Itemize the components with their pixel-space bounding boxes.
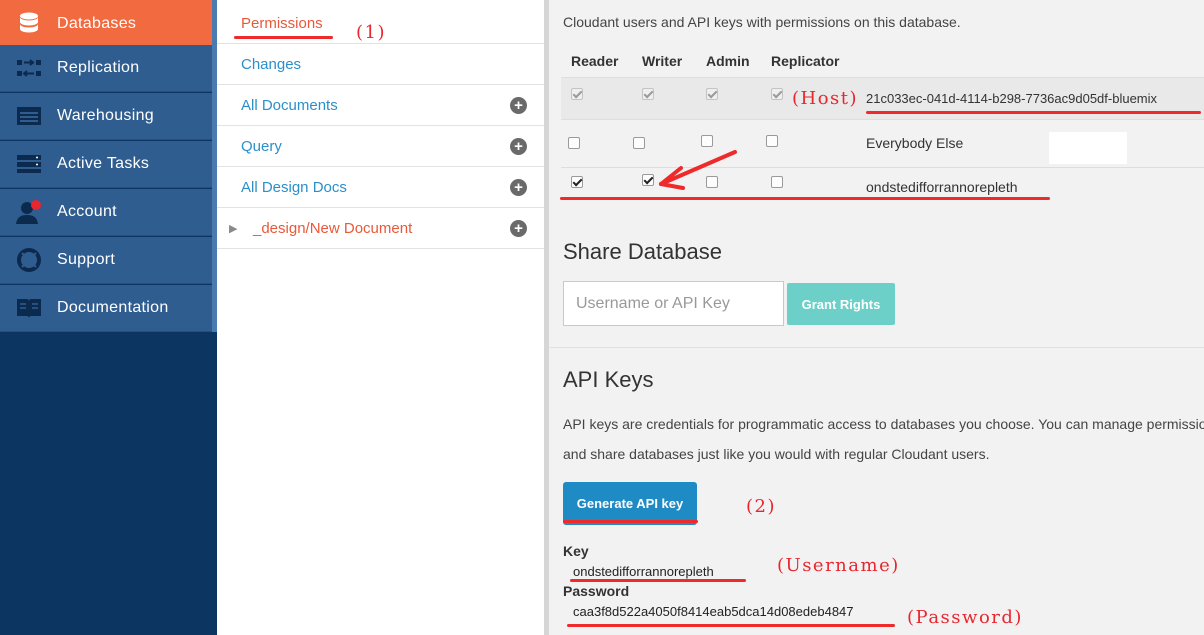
nav-item-label: Query bbox=[241, 138, 282, 155]
nav-item-label: _design/New Document bbox=[253, 220, 413, 237]
reader-checkbox[interactable] bbox=[568, 137, 580, 149]
replication-icon bbox=[0, 57, 57, 79]
api-keys-description-line-2: and share databases just like you would … bbox=[563, 446, 990, 462]
writer-checkbox[interactable] bbox=[642, 88, 654, 100]
sidebar-item-label: Documentation bbox=[57, 299, 169, 316]
nav-item-label: All Documents bbox=[241, 97, 338, 114]
api-keys-title: API Keys bbox=[563, 367, 654, 392]
key-value: ondstedifforrannorepleth bbox=[573, 564, 714, 579]
replicator-checkbox[interactable] bbox=[766, 135, 778, 147]
expand-triangle-icon[interactable]: ▶ bbox=[229, 222, 237, 235]
generate-api-key-button[interactable]: Generate API key bbox=[563, 482, 697, 525]
sidebar-item-support[interactable]: Support bbox=[0, 237, 212, 284]
api-keys-description-line-1: API keys are credentials for programmati… bbox=[563, 416, 1204, 432]
tasks-icon bbox=[0, 154, 57, 174]
database-icon bbox=[0, 11, 57, 37]
column-header-reader: Reader bbox=[571, 53, 619, 69]
annotation-password: (Password) bbox=[907, 607, 1023, 628]
nav-item-all-design-docs[interactable]: All Design Docs + bbox=[217, 167, 544, 208]
writer-checkbox[interactable] bbox=[642, 174, 654, 186]
sidebar-item-label: Support bbox=[57, 251, 116, 268]
nav-item-label: All Design Docs bbox=[241, 179, 347, 196]
annotation-underline bbox=[560, 197, 1050, 200]
annotation-underline bbox=[866, 111, 1201, 114]
annotation-step-1: (1) bbox=[356, 22, 386, 43]
sidebar-item-active-tasks[interactable]: Active Tasks bbox=[0, 141, 212, 188]
sidebar-item-label: Replication bbox=[57, 59, 140, 76]
add-icon[interactable]: + bbox=[510, 179, 527, 196]
admin-checkbox[interactable] bbox=[706, 88, 718, 100]
permission-row-name: 21c033ec-041d-4114-b298-7736ac9d05df-blu… bbox=[866, 91, 1158, 106]
replicator-checkbox[interactable] bbox=[771, 88, 783, 100]
sidebar-item-account[interactable]: Account bbox=[0, 189, 212, 236]
permission-row-name: Everybody Else bbox=[866, 135, 964, 151]
row-divider bbox=[561, 119, 1204, 120]
annotation-underline bbox=[567, 624, 895, 627]
database-nav: Permissions Changes All Documents + Quer… bbox=[217, 0, 544, 635]
annotation-underline bbox=[234, 36, 333, 39]
permission-row-name: ondstedifforrannorepleth bbox=[866, 179, 1018, 195]
password-value: caa3f8d522a4050f8414eab5dca14d08edeb4847 bbox=[573, 604, 854, 619]
add-icon[interactable]: + bbox=[510, 97, 527, 114]
annotation-host: (Host) bbox=[792, 88, 859, 109]
annotation-username: (Username) bbox=[777, 555, 900, 576]
sidebar-item-databases[interactable]: Databases bbox=[0, 0, 212, 47]
annotation-arrow-icon bbox=[659, 150, 737, 190]
sidebar-item-label: Account bbox=[57, 203, 117, 220]
book-icon bbox=[0, 297, 57, 319]
sidebar-item-label: Warehousing bbox=[57, 107, 154, 124]
nav-item-label: Permissions bbox=[241, 15, 323, 32]
sidebar-item-label: Active Tasks bbox=[57, 155, 150, 172]
column-header-writer: Writer bbox=[642, 53, 683, 69]
replicator-checkbox[interactable] bbox=[771, 176, 783, 188]
reader-checkbox[interactable] bbox=[571, 176, 583, 188]
add-icon[interactable]: + bbox=[510, 138, 527, 155]
share-username-input[interactable] bbox=[563, 281, 784, 326]
sidebar-item-label: Databases bbox=[57, 14, 137, 32]
account-icon bbox=[0, 199, 57, 225]
permissions-intro: Cloudant users and API keys with permiss… bbox=[563, 14, 961, 30]
row-divider bbox=[561, 77, 1204, 78]
section-divider bbox=[549, 347, 1204, 348]
sidebar-item-warehousing[interactable]: Warehousing bbox=[0, 93, 212, 140]
reader-checkbox[interactable] bbox=[571, 88, 583, 100]
nav-item-changes[interactable]: Changes bbox=[217, 44, 544, 85]
warehouse-icon bbox=[0, 106, 57, 126]
nav-item-all-documents[interactable]: All Documents + bbox=[217, 85, 544, 126]
nav-item-design-doc[interactable]: ▶ _design/New Document + bbox=[217, 208, 544, 249]
grant-rights-button[interactable]: Grant Rights bbox=[787, 283, 895, 325]
key-label: Key bbox=[563, 543, 589, 559]
column-header-replicator: Replicator bbox=[771, 53, 840, 69]
writer-checkbox[interactable] bbox=[633, 137, 645, 149]
sidebar-item-replication[interactable]: Replication bbox=[0, 45, 212, 92]
permissions-panel: Cloudant users and API keys with permiss… bbox=[549, 0, 1204, 635]
share-database-title: Share Database bbox=[563, 239, 722, 264]
annotation-step-2: (2) bbox=[746, 496, 776, 517]
annotation-underline bbox=[570, 579, 746, 582]
nav-item-query[interactable]: Query + bbox=[217, 126, 544, 167]
nav-item-label: Changes bbox=[241, 56, 302, 73]
sidebar-item-documentation[interactable]: Documentation bbox=[0, 285, 212, 332]
password-label: Password bbox=[563, 583, 630, 599]
sidebar: Databases Replication Warehousing Active… bbox=[0, 0, 217, 635]
annotation-underline bbox=[563, 520, 698, 523]
admin-checkbox[interactable] bbox=[701, 135, 713, 147]
lifebuoy-icon bbox=[0, 248, 57, 272]
blank-field bbox=[1049, 132, 1127, 164]
add-icon[interactable]: + bbox=[510, 220, 527, 237]
column-header-admin: Admin bbox=[706, 53, 750, 69]
